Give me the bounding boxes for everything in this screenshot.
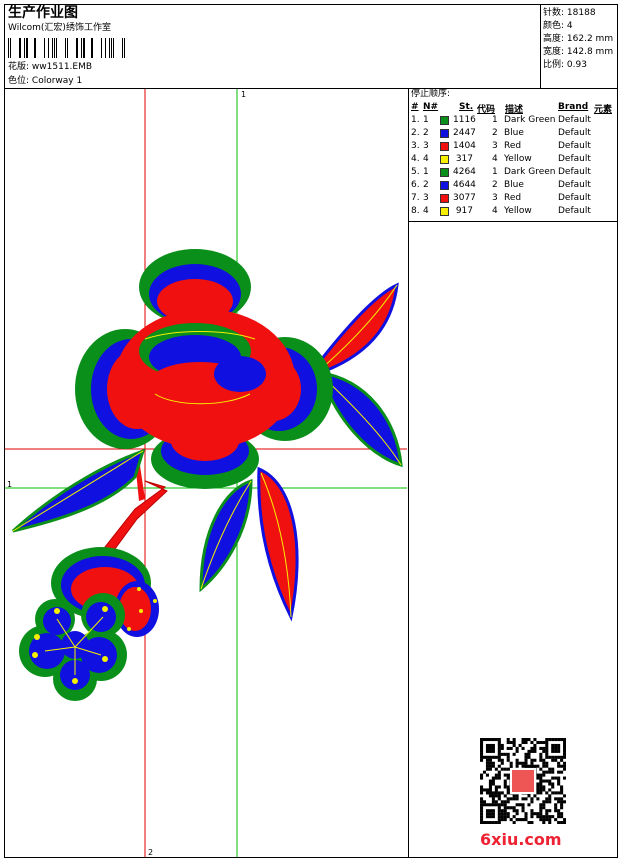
stop-stitches: 4644 (453, 180, 476, 190)
stop-brand: Default (558, 193, 591, 203)
stop-row: 4. 4 317 4 Yellow Default (409, 154, 617, 167)
stop-brand: Default (558, 141, 591, 151)
col-header-num: # (411, 102, 419, 112)
page-title: 生产作业图 (8, 5, 78, 21)
stop-stitches: 1116 (453, 115, 476, 125)
design-label: 花版: (8, 62, 30, 72)
stop-row: 6. 2 4644 2 Blue Default (409, 180, 617, 193)
stop-description: Blue (504, 128, 524, 138)
col-header-st: St. (459, 102, 474, 112)
stop-needle: 3 (423, 193, 429, 203)
stop-description: Yellow (504, 206, 532, 216)
stop-code: 3 (492, 141, 498, 151)
colorway-value: Colorway 1 (31, 76, 83, 86)
stop-brand: Default (558, 167, 591, 177)
stat-scale: 比例: 0.93 (543, 60, 587, 70)
stop-needle: 4 (423, 154, 429, 164)
stats-panel: 针数: 18188 颜色: 4 高度: 162.2 mm 宽度: 142.8 m… (540, 4, 618, 88)
color-swatch (440, 207, 449, 216)
stop-needle: 3 (423, 141, 429, 151)
color-swatch (440, 142, 449, 151)
stop-sequence-panel: 停止顺序: # N# St. 代码 描述 Brand 元素 1. 1 1116 1 Da… (408, 88, 618, 222)
stop-description: Dark Green (504, 167, 556, 177)
stop-row: 3. 3 1404 3 Red Default (409, 141, 617, 154)
stop-description: Red (504, 193, 522, 203)
stop-row: 5. 1 4264 1 Dark Green Default (409, 167, 617, 180)
stop-row: 7. 3 3077 3 Red Default (409, 193, 617, 206)
stat-width: 宽度: 142.8 mm (543, 47, 614, 57)
stat-colors: 颜色: 4 (543, 21, 573, 31)
stop-code: 4 (492, 206, 498, 216)
stop-stitches: 317 (455, 154, 473, 164)
stop-num: 7. (411, 193, 420, 203)
guide-label-bottom: 2 (148, 848, 153, 857)
embroidery-canvas: 1 1 2 (5, 89, 407, 857)
color-swatch (440, 155, 449, 164)
stop-row: 8. 4 917 4 Yellow Default (409, 206, 617, 219)
company-name: Wilcom(汇宏)绣饰工作室 (8, 23, 111, 33)
stop-code: 2 (492, 180, 498, 190)
stop-description: Red (504, 141, 522, 151)
stop-brand: Default (558, 115, 591, 125)
design-file: 花版: ww1511.EMB (8, 62, 92, 73)
col-header-element: 元素 (594, 105, 613, 115)
col-header-no: N# (423, 102, 439, 112)
color-swatch (440, 181, 449, 190)
col-header-brand: Brand (558, 102, 589, 112)
stop-num: 8. (411, 206, 420, 216)
seal-stamp-icon (510, 768, 536, 794)
barcode-icon (8, 38, 125, 58)
stop-needle: 2 (423, 128, 429, 138)
stop-num: 1. (411, 115, 420, 125)
stop-needle: 1 (423, 115, 429, 125)
stop-code: 1 (492, 115, 498, 125)
stop-description: Yellow (504, 154, 532, 164)
stop-needle: 4 (423, 206, 429, 216)
col-header-code: 代码 (477, 105, 496, 115)
guide-label-left: 1 (7, 480, 12, 489)
stop-num: 4. (411, 154, 420, 164)
stop-row: 1. 1 1116 1 Dark Green Default (409, 115, 617, 128)
stop-num: 5. (411, 167, 420, 177)
stop-sequence-title: 停止顺序: (411, 89, 451, 99)
stop-num: 3. (411, 141, 420, 151)
stop-needle: 2 (423, 180, 429, 190)
stop-description: Dark Green (504, 115, 556, 125)
stop-num: 6. (411, 180, 420, 190)
stop-stitches: 2447 (453, 128, 476, 138)
stop-code: 3 (492, 193, 498, 203)
col-header-desc: 描述 (505, 105, 524, 115)
stop-row: 2. 2 2447 2 Blue Default (409, 128, 617, 141)
design-value: ww1511.EMB (31, 62, 93, 72)
stop-brand: Default (558, 128, 591, 138)
stop-stitches: 4264 (453, 167, 476, 177)
right-column-divider (408, 222, 409, 858)
color-swatch (440, 168, 449, 177)
watermark: 6xiu.com (480, 830, 562, 849)
stop-stitches: 917 (455, 206, 473, 216)
stat-height: 高度: 162.2 mm (543, 34, 614, 44)
stop-num: 2. (411, 128, 420, 138)
stop-brand: Default (558, 180, 591, 190)
color-swatch (440, 129, 449, 138)
stop-stitches: 3077 (453, 193, 476, 203)
stop-needle: 1 (423, 167, 429, 177)
color-swatch (440, 194, 449, 203)
guide-label-top: 1 (241, 90, 246, 99)
stop-code: 2 (492, 128, 498, 138)
stop-brand: Default (558, 206, 591, 216)
stop-stitches: 1404 (453, 141, 476, 151)
colorway: 色位: Colorway 1 (8, 76, 82, 87)
color-swatch (440, 116, 449, 125)
colorway-label: 色位: (8, 76, 30, 86)
stat-stitches: 针数: 18188 (543, 8, 596, 18)
embroidery-design-icon (11, 249, 403, 701)
stop-brand: Default (558, 154, 591, 164)
stop-code: 1 (492, 167, 498, 177)
stop-description: Blue (504, 180, 524, 190)
stop-code: 4 (492, 154, 498, 164)
